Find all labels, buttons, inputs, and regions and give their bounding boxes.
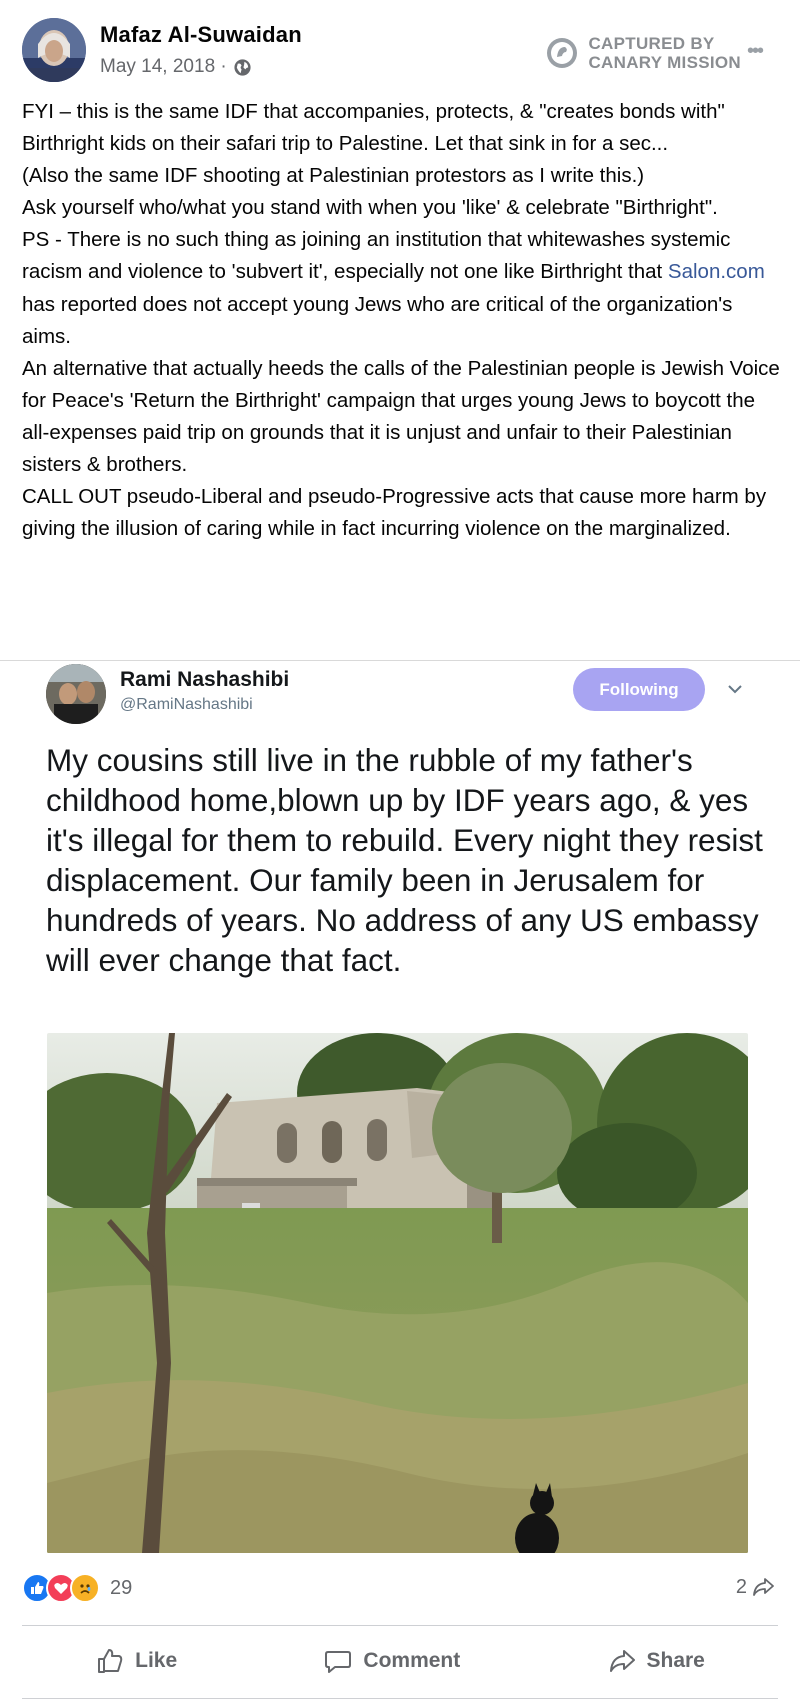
share-count[interactable]: 2: [736, 1575, 775, 1599]
author-name[interactable]: Mafaz Al-Suwaidan: [100, 22, 302, 48]
post-actions-bar: Like Comment Share: [22, 1636, 778, 1686]
share-button[interactable]: Share: [607, 1646, 705, 1676]
sad-reaction-icon: [70, 1573, 100, 1603]
post-paragraph: (Also the same IDF shooting at Palestini…: [22, 164, 645, 188]
ps-text-before: PS - There is no such thing as joining a…: [22, 228, 737, 284]
share-count-value: 2: [735, 1575, 747, 1598]
share-label: Share: [646, 1649, 705, 1672]
salon-link[interactable]: Salon.com: [668, 260, 765, 283]
post-body: FYI – this is the same IDF that accompan…: [22, 96, 782, 545]
post-meta: May 14, 2018 ·: [100, 56, 252, 78]
post-paragraph: An alternative that actually heeds the c…: [22, 356, 786, 477]
captured-line-1: CAPTURED BY: [588, 34, 715, 53]
globe-icon: [234, 58, 251, 76]
bottom-divider: [22, 1698, 778, 1699]
reactions-summary[interactable]: 29: [22, 1573, 132, 1603]
following-button: Following: [573, 668, 705, 711]
share-arrow-icon: [609, 1650, 635, 1672]
tweet-author-avatar: [46, 664, 106, 724]
post-date[interactable]: May 14, 2018 ·: [100, 56, 227, 78]
tweet-text: My cousins still live in the rubble of m…: [46, 742, 763, 978]
actions-divider: [22, 1625, 778, 1626]
reaction-count: 29: [110, 1576, 133, 1599]
share-count-icon: [753, 1578, 774, 1596]
post-header: Mafaz Al-Suwaidan May 14, 2018 · CAPTURE…: [22, 18, 782, 84]
tweet-author-name: Rami Nashashibi: [120, 668, 290, 691]
post-paragraph: Ask yourself who/what you stand with whe…: [22, 196, 718, 220]
chevron-down-icon: [728, 685, 742, 694]
comment-button[interactable]: Comment: [323, 1646, 460, 1676]
like-button[interactable]: Like: [95, 1646, 177, 1676]
captured-by-watermark: CAPTURED BY CANARY MISSION •••: [546, 34, 764, 72]
more-options-icon[interactable]: •••: [747, 40, 764, 63]
like-label: Like: [135, 1649, 178, 1672]
post-paragraph: CALL OUT pseudo-Liberal and pseudo-Progr…: [22, 485, 772, 541]
comment-label: Comment: [363, 1649, 461, 1672]
thumbs-up-icon: [98, 1649, 123, 1673]
post-paragraph: FYI – this is the same IDF that accompan…: [22, 100, 731, 156]
tweet-photo-ruined-house: [47, 1033, 748, 1553]
author-avatar[interactable]: [22, 18, 86, 82]
captured-line-2: CANARY MISSION: [588, 53, 741, 72]
tweet-author-handle: @RamiNashashibi: [120, 696, 253, 713]
post-paragraph-ps: PS - There is no such thing as joining a…: [22, 224, 782, 352]
comment-icon: [325, 1651, 352, 1673]
canary-mission-logo-icon: [547, 38, 578, 68]
